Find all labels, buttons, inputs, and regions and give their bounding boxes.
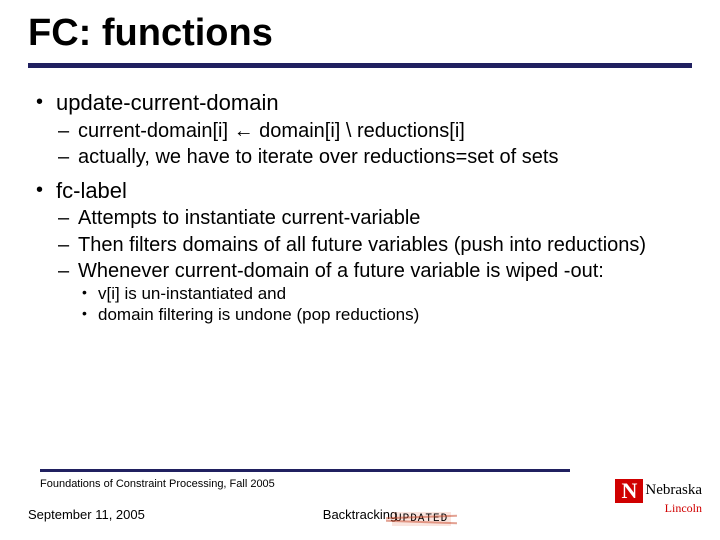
sub-bullet: Whenever current-domain of a future vari…	[56, 259, 692, 326]
bullet-update-current-domain: update-current-domain current-domain[i] …	[32, 90, 692, 170]
title-rule	[28, 63, 692, 68]
subsub-bullet: domain filtering is undone (pop reductio…	[78, 305, 692, 326]
logo-text: Nebraska	[645, 482, 702, 499]
updated-badge: UPDATED	[392, 512, 451, 526]
sub-bullet: actually, we have to iterate over reduct…	[56, 145, 692, 169]
sub-bullet: Then filters domains of all future varia…	[56, 233, 692, 257]
logo-subtext: Lincoln	[582, 501, 702, 516]
footer-rule	[40, 469, 570, 472]
bullet-label: fc-label	[56, 178, 127, 203]
university-logo: NNebraska Lincoln	[582, 479, 702, 516]
slide-title: FC: functions	[28, 12, 692, 61]
sub-bullet: current-domain[i] ← domain[i] \ reductio…	[56, 119, 692, 143]
sub-bullet-text: Whenever current-domain of a future vari…	[78, 260, 604, 282]
slide: FC: functions update-current-domain curr…	[0, 0, 720, 540]
bullet-label: update-current-domain	[56, 90, 279, 115]
footer-course: Foundations of Constraint Processing, Fa…	[40, 478, 275, 490]
logo-n-icon: N	[615, 479, 643, 503]
slide-content: update-current-domain current-domain[i] …	[28, 90, 692, 326]
subsub-bullet: v[i] is un-instantiated and	[78, 284, 692, 305]
sub-bullet: Attempts to instantiate current-variable	[56, 206, 692, 230]
bullet-fc-label: fc-label Attempts to instantiate current…	[32, 178, 692, 326]
